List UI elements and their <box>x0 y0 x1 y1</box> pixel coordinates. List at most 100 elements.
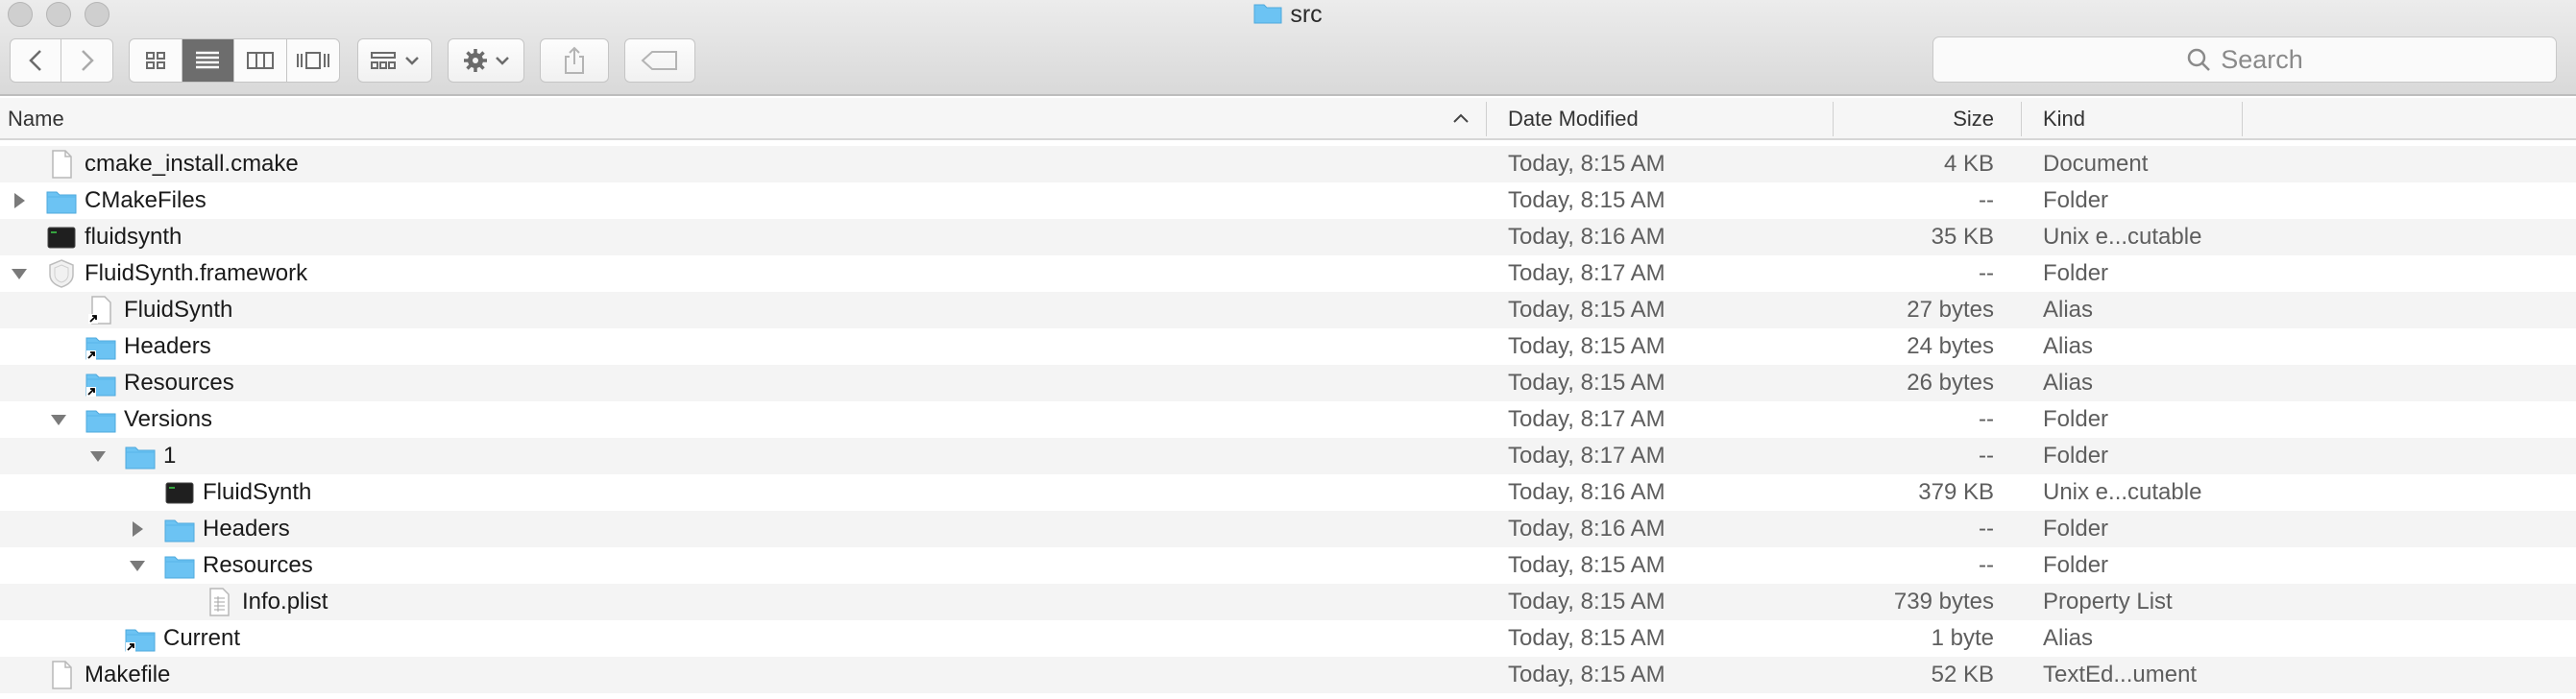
file-row[interactable]: Resources Today, 8:15 AM -- Folder <box>0 547 2576 584</box>
action-menu-button[interactable] <box>448 38 524 83</box>
plist-icon <box>204 588 234 616</box>
file-row[interactable]: 1 Today, 8:17 AM -- Folder <box>0 438 2576 474</box>
executable-icon <box>46 223 77 252</box>
column-header-kind[interactable]: Kind <box>2043 98 2085 140</box>
file-date-modified: Today, 8:15 AM <box>1508 297 1665 323</box>
disclosure-collapsed-icon[interactable] <box>128 511 147 547</box>
file-name: cmake_install.cmake <box>85 151 299 177</box>
file-size: 24 bytes <box>1907 333 1994 359</box>
file-row[interactable]: FluidSynth Today, 8:16 AM 379 KB Unix e...c… <box>0 474 2576 511</box>
framework-icon <box>46 259 77 288</box>
column-divider[interactable] <box>1486 102 1487 136</box>
column-divider[interactable] <box>2242 102 2243 136</box>
file-kind: Folder <box>2043 406 2109 432</box>
column-header-kind-label: Kind <box>2043 107 2086 131</box>
navigation-buttons <box>10 38 113 83</box>
file-name: Makefile <box>85 662 171 687</box>
column-header: Name Date Modified Size Kind <box>0 98 2576 140</box>
file-kind: TextEd...ument <box>2043 662 2198 687</box>
alias-folder-icon <box>125 624 156 653</box>
file-kind: Folder <box>2043 552 2109 578</box>
file-row[interactable]: FluidSynth.framework Today, 8:17 AM -- Fold… <box>0 255 2576 292</box>
alias-folder-icon <box>85 369 116 398</box>
file-name: Resources <box>124 370 234 396</box>
file-kind: Folder <box>2043 443 2109 469</box>
file-date-modified: Today, 8:15 AM <box>1508 625 1665 651</box>
file-row[interactable]: cmake_install.cmake Today, 8:15 AM 4 KB Doc… <box>0 146 2576 182</box>
icon-view-button[interactable] <box>130 39 182 82</box>
file-size: 739 bytes <box>1893 589 1994 615</box>
file-kind: Alias <box>2043 370 2094 396</box>
file-row[interactable]: Info.plist Today, 8:15 AM 739 bytes Propert… <box>0 584 2576 620</box>
file-date-modified: Today, 8:17 AM <box>1508 260 1665 286</box>
list-view-button[interactable] <box>182 39 234 82</box>
column-header-size[interactable]: Size <box>1825 98 1994 140</box>
file-date-modified: Today, 8:16 AM <box>1508 516 1665 542</box>
column-header-date[interactable]: Date Modified <box>1508 98 1639 140</box>
column-divider[interactable] <box>2021 102 2022 136</box>
file-size: 4 KB <box>1943 151 1994 177</box>
file-name: fluidsynth <box>85 224 182 250</box>
file-size: 379 KB <box>1918 479 1994 505</box>
file-kind: Property List <box>2043 589 2173 615</box>
file-row[interactable]: Makefile Today, 8:15 AM 52 KB TextEd...umen… <box>0 657 2576 693</box>
column-view-button[interactable] <box>234 39 287 82</box>
column-header-name-label: Name <box>8 107 64 131</box>
file-row[interactable]: Current Today, 8:15 AM 1 byte Alias <box>0 620 2576 657</box>
executable-icon <box>164 478 195 507</box>
toolbar: src Search <box>0 0 2576 96</box>
file-kind: Document <box>2043 151 2149 177</box>
gear-icon <box>464 49 487 72</box>
window-title-bar: src <box>0 0 2576 29</box>
sort-ascending-icon <box>1453 113 1469 123</box>
file-name: CMakeFiles <box>85 187 207 213</box>
file-row[interactable]: fluidsynth Today, 8:16 AM 35 KB Unix e...cu… <box>0 219 2576 255</box>
file-name: 1 <box>163 443 177 469</box>
folder-icon <box>164 515 195 543</box>
alias-folder-icon <box>85 332 116 361</box>
file-name: Current <box>163 625 241 651</box>
cover-flow-view-button[interactable] <box>287 39 340 82</box>
disclosure-expanded-icon[interactable] <box>49 401 68 438</box>
file-name: FluidSynth.framework <box>85 260 308 286</box>
file-size: 26 bytes <box>1907 370 1994 396</box>
alias-document-icon <box>85 296 116 325</box>
disclosure-expanded-icon[interactable] <box>88 438 108 474</box>
file-name: Resources <box>203 552 313 578</box>
file-date-modified: Today, 8:16 AM <box>1508 479 1665 505</box>
file-row[interactable]: Headers Today, 8:15 AM 24 bytes Alias <box>0 328 2576 365</box>
disclosure-collapsed-icon[interactable] <box>10 182 29 219</box>
disclosure-expanded-icon[interactable] <box>10 255 29 292</box>
chevron-right-icon <box>81 50 94 71</box>
disclosure-expanded-icon[interactable] <box>128 547 147 584</box>
file-name: Versions <box>124 406 213 432</box>
tags-button[interactable] <box>624 38 695 83</box>
file-row[interactable]: Versions Today, 8:17 AM -- Folder <box>0 401 2576 438</box>
search-placeholder: Search <box>2221 44 2303 74</box>
file-name: FluidSynth <box>124 297 233 323</box>
back-button[interactable] <box>11 39 62 82</box>
file-kind: Alias <box>2043 333 2094 359</box>
file-kind: Alias <box>2043 297 2094 323</box>
column-header-date-label: Date Modified <box>1508 107 1639 131</box>
file-name: Headers <box>124 333 211 359</box>
share-button[interactable] <box>540 38 609 83</box>
document-icon <box>46 150 77 179</box>
file-row[interactable]: Headers Today, 8:16 AM -- Folder <box>0 511 2576 547</box>
file-size: -- <box>1979 516 1994 542</box>
file-size: 1 byte <box>1931 625 1994 651</box>
file-name: Headers <box>203 516 290 542</box>
document-icon <box>46 661 77 689</box>
group-by-button[interactable] <box>357 38 432 83</box>
folder-icon <box>46 186 77 215</box>
column-header-name[interactable]: Name <box>8 98 1487 140</box>
file-row[interactable]: FluidSynth Today, 8:15 AM 27 bytes Alias <box>0 292 2576 328</box>
forward-button[interactable] <box>61 39 112 82</box>
file-date-modified: Today, 8:17 AM <box>1508 406 1665 432</box>
search-field[interactable]: Search <box>1932 36 2557 83</box>
tag-icon <box>641 51 677 70</box>
file-list: cmake_install.cmake Today, 8:15 AM 4 KB Doc… <box>0 146 2576 693</box>
file-row[interactable]: Resources Today, 8:15 AM 26 bytes Alias <box>0 365 2576 401</box>
file-kind: Unix e...cutable <box>2043 224 2202 250</box>
file-row[interactable]: CMakeFiles Today, 8:15 AM -- Folder <box>0 182 2576 219</box>
